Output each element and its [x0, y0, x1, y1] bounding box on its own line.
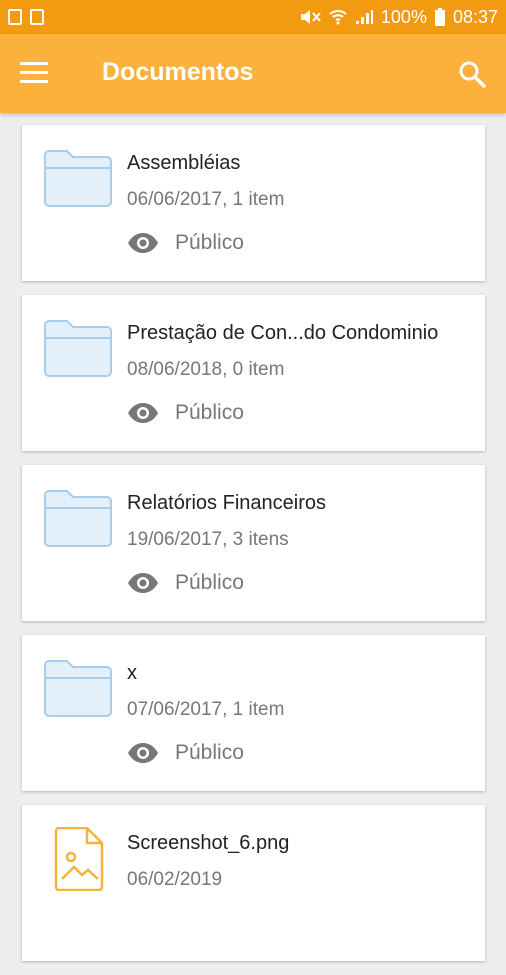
status-right: 100% 08:37 [299, 7, 498, 28]
item-name: Relatórios Financeiros [127, 492, 326, 514]
visibility-status: Público [127, 231, 244, 255]
visibility-label: Público [175, 741, 244, 764]
item-meta: 06/02/2019 [127, 869, 223, 890]
eye-icon [128, 573, 158, 593]
wifi-icon [329, 10, 347, 25]
visibility-label: Público [175, 231, 244, 254]
menu-icon[interactable] [20, 62, 48, 84]
visibility-status: Público [127, 401, 244, 425]
item-name: Assembléias [127, 152, 241, 174]
clock: 08:37 [452, 6, 498, 27]
eye-icon [128, 743, 158, 763]
list-item[interactable]: Prestação de Con...do Condominio 08/06/2… [22, 295, 485, 451]
item-name: x [127, 662, 137, 684]
list-item[interactable]: Screenshot_6.png 06/02/2019 [22, 805, 485, 961]
folder-icon [44, 660, 112, 717]
search-icon[interactable] [458, 60, 486, 88]
status-left [8, 9, 44, 25]
folder-icon [44, 490, 112, 547]
visibility-status: Público [127, 571, 244, 595]
item-meta: 19/06/2017, 3 itens [127, 529, 289, 550]
eye-icon [128, 233, 158, 253]
list-item[interactable]: x 07/06/2017, 1 item Público [22, 635, 485, 791]
mute-icon [300, 10, 321, 24]
item-name: Prestação de Con...do Condominio [127, 322, 439, 344]
sd-card-icon [30, 9, 44, 25]
list-item[interactable]: Assembléias 06/06/2017, 1 item Público [22, 125, 485, 281]
image-file-icon [54, 827, 104, 891]
battery-percent: 100% [380, 6, 427, 27]
folder-icon [44, 150, 112, 207]
list-item[interactable]: Relatórios Financeiros 19/06/2017, 3 ite… [22, 465, 485, 621]
item-meta: 07/06/2017, 1 item [127, 699, 285, 720]
item-meta: 06/06/2017, 1 item [127, 189, 285, 210]
visibility-label: Público [175, 571, 244, 594]
eye-icon [128, 403, 158, 423]
folder-icon [44, 320, 112, 377]
item-meta: 08/06/2018, 0 item [127, 359, 285, 380]
document-list: Assembléias 06/06/2017, 1 item Público P… [22, 125, 485, 975]
item-name: Screenshot_6.png [127, 832, 290, 854]
gallery-notification-icon [8, 9, 22, 25]
signal-icon [355, 10, 373, 24]
visibility-label: Público [175, 401, 244, 424]
page-title: Documentos [102, 58, 254, 86]
status-bar: 100% 08:37 [0, 0, 506, 34]
battery-icon [434, 8, 445, 26]
app-bar: Documentos [0, 34, 506, 113]
visibility-status: Público [127, 741, 244, 765]
